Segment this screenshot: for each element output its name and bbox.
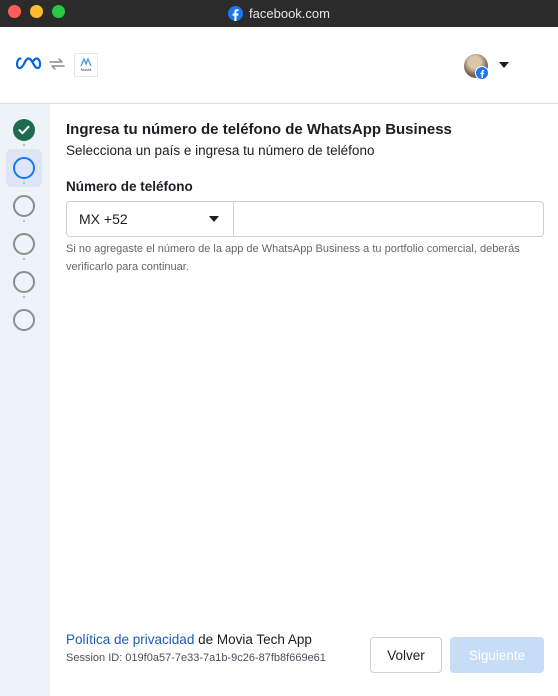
- swap-arrows-icon: [49, 58, 65, 70]
- window-title-group: facebook.com: [0, 0, 558, 27]
- app-thumbnail: Movia: [74, 53, 98, 77]
- back-button[interactable]: Volver: [370, 637, 442, 673]
- phone-number-label: Número de teléfono: [66, 179, 193, 194]
- step-1-complete: [13, 119, 35, 141]
- step-connector: [23, 220, 25, 222]
- privacy-line: Política de privacidad de Movia Tech App: [66, 632, 312, 647]
- step-connector: [23, 182, 25, 184]
- privacy-suffix: de Movia Tech App: [194, 632, 312, 647]
- movia-logo-icon: [80, 58, 92, 67]
- country-code-value: MX +52: [79, 211, 128, 227]
- step-connector: [23, 258, 25, 260]
- step-3: [13, 195, 35, 217]
- helper-text: Si no agregaste el número de la app de W…: [66, 243, 520, 273]
- next-button[interactable]: Siguiente: [450, 637, 544, 673]
- step-6: [13, 309, 35, 331]
- step-connector: [23, 296, 25, 298]
- page-title: Ingresa tu número de teléfono de WhatsAp…: [66, 121, 452, 138]
- phone-number-field-group: MX +52: [66, 201, 544, 237]
- window-title: facebook.com: [249, 6, 330, 21]
- privacy-policy-link[interactable]: Política de privacidad: [66, 632, 194, 647]
- phone-number-input[interactable]: [234, 202, 543, 236]
- chevron-down-icon: [209, 216, 219, 222]
- app-thumbnail-text: Movia: [80, 67, 92, 72]
- page-subtitle: Selecciona un país e ingresa tu número d…: [66, 143, 375, 158]
- app-header: Movia: [0, 27, 558, 104]
- window-titlebar: facebook.com: [0, 0, 558, 27]
- step-5: [13, 271, 35, 293]
- meta-logo-icon: [16, 57, 42, 70]
- country-code-select[interactable]: MX +52: [67, 202, 234, 236]
- facebook-f-glyph-icon: [480, 69, 485, 78]
- facebook-icon: [228, 6, 244, 21]
- step-4: [13, 233, 35, 255]
- progress-stepper: [0, 104, 50, 696]
- step-connector: [23, 144, 25, 146]
- facebook-badge-icon: [475, 66, 489, 80]
- check-icon: [18, 125, 30, 135]
- account-menu-chevron-down-icon[interactable]: [499, 62, 509, 68]
- session-id: Session ID: 019f0a57-7e33-7a1b-9c26-87fb…: [66, 652, 326, 664]
- step-2-current: [13, 157, 35, 179]
